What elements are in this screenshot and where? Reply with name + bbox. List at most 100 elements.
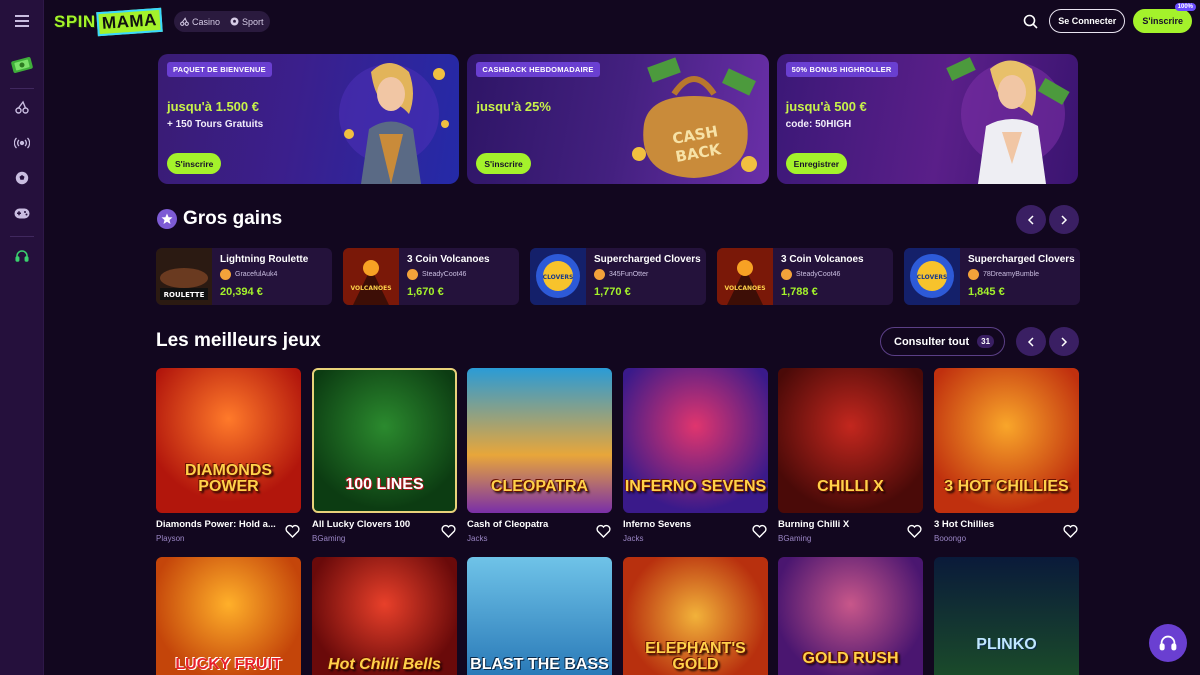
menu-icon[interactable]: [8, 7, 36, 35]
win-game-name: Supercharged Clovers: [968, 254, 1075, 265]
game-art-title: Hot Chilli Bells: [328, 656, 441, 673]
avatar: [781, 269, 792, 280]
avatar: [968, 269, 979, 280]
promo-register-button[interactable]: Enregistrer: [785, 153, 848, 174]
favorite-heart-icon[interactable]: [596, 524, 611, 538]
game-name: Inferno Sevens: [623, 519, 692, 530]
game-thumbnail: CLOVERS: [904, 248, 960, 305]
promo-tag: CASHBACK HEBDOMADAIRE: [476, 62, 600, 77]
game-provider: BGaming: [312, 534, 346, 543]
game-provider: Jacks: [623, 534, 644, 543]
big-win-card[interactable]: ROULETTE Lightning Roulette GracefulAuk4…: [156, 248, 332, 305]
signup-bonus-badge: 100%: [1174, 3, 1196, 11]
top-games-title: Les meilleurs jeux: [156, 330, 321, 351]
avatar: [220, 269, 231, 280]
search-icon[interactable]: [1019, 10, 1041, 32]
big-wins-title: Gros gains: [183, 208, 283, 229]
game-art-title: PLINKO: [976, 636, 1037, 653]
app-root: SPIN MAMA Casino Sport Se Connecter S'ins…: [0, 0, 1200, 675]
game-thumbnail[interactable]: 3 HOT CHILLIES: [934, 368, 1079, 513]
big-win-card[interactable]: VOLCANOES 3 Coin Volcanoes SteadyCoot46 …: [343, 248, 519, 305]
support-headset-icon[interactable]: [8, 242, 36, 270]
promo-highroller-bonus[interactable]: 50% BONUS HIGHROLLER jusqu'à 500 € code:…: [776, 54, 1078, 184]
promo-amount: jusqu'à 25%: [476, 99, 551, 114]
game-thumbnail: CLOVERS: [530, 248, 586, 305]
win-game-name: Lightning Roulette: [220, 254, 309, 265]
login-button[interactable]: Se Connecter: [1049, 9, 1126, 33]
prev-arrow-button[interactable]: [1016, 327, 1046, 356]
favorite-heart-icon[interactable]: [1063, 524, 1078, 538]
game-name: Burning Chilli X: [778, 519, 850, 530]
favorite-heart-icon[interactable]: [441, 524, 456, 538]
game-thumbnail[interactable]: GOLD RUSH: [778, 557, 923, 675]
game-thumbnail[interactable]: DIAMONDS POWER: [156, 368, 301, 513]
spinmama-logo[interactable]: SPIN MAMA: [54, 7, 163, 37]
promo-amount: jusqu'à 1.500 €: [167, 99, 259, 114]
win-username: 78DreamyBumble: [983, 271, 1040, 278]
chevron-right-icon: [1061, 336, 1068, 347]
tab-casino[interactable]: Casino: [180, 17, 220, 27]
big-wins-nav: [1016, 205, 1079, 234]
promo-amount: jusqu'à 500 €: [785, 99, 867, 114]
game-thumbnail[interactable]: INFERNO SEVENS: [623, 368, 768, 513]
casino-cherry-icon[interactable]: [8, 93, 36, 121]
view-all-button[interactable]: Consulter tout 31: [880, 327, 1006, 356]
game-thumbnail[interactable]: BLAST THE BASS: [467, 557, 612, 675]
game-art-title: DIAMONDS POWER: [184, 462, 273, 495]
promo-signup-button[interactable]: S'inscrire: [476, 153, 531, 174]
prev-arrow-button[interactable]: [1016, 205, 1046, 234]
live-support-button[interactable]: [1149, 624, 1187, 662]
promo-welcome-package[interactable]: PAQUET DE BIENVENUE jusqu'à 1.500 € + 15…: [158, 54, 460, 184]
win-amount: 20,394 €: [220, 286, 263, 298]
win-username: SteadyCoot46: [796, 271, 841, 278]
live-broadcast-icon[interactable]: [8, 129, 36, 157]
win-amount: 1,770 €: [594, 286, 631, 298]
promotions-icon[interactable]: [8, 51, 36, 79]
games-count-badge: 31: [977, 335, 995, 348]
chevron-left-icon: [1027, 336, 1034, 347]
tab-casino-label: Casino: [192, 16, 221, 27]
game-thumbnail: ROULETTE: [156, 248, 212, 305]
game-thumbnail[interactable]: CLEOPATRA: [467, 368, 612, 513]
signup-label: S'inscrire: [1142, 16, 1183, 26]
game-thumbnail[interactable]: LUCKY FRUIT: [156, 557, 301, 675]
game-provider: Playson: [156, 534, 185, 543]
signup-button[interactable]: S'inscrire 100%: [1133, 3, 1196, 33]
game-thumbnail[interactable]: PLINKO: [934, 557, 1079, 675]
favorite-heart-icon[interactable]: [907, 524, 922, 538]
avatar: [407, 269, 418, 280]
top-right-actions: Se Connecter S'inscrire 100%: [1019, 3, 1196, 33]
svg-text:VOLCANOES: VOLCANOES: [724, 285, 765, 292]
next-arrow-button[interactable]: [1049, 327, 1079, 356]
sport-football-icon[interactable]: [8, 164, 36, 192]
win-user: SteadyCoot46: [407, 269, 466, 280]
game-thumbnail[interactable]: Hot Chilli Bells: [312, 557, 457, 675]
top-games-heading: Les meilleurs jeux: [156, 330, 321, 352]
big-wins-list: ROULETTE Lightning Roulette GracefulAuk4…: [156, 248, 1080, 305]
logo-spin: SPIN: [54, 12, 96, 31]
esports-gamepad-icon[interactable]: [8, 199, 36, 227]
big-win-card[interactable]: VOLCANOES 3 Coin Volcanoes SteadyCoot46 …: [717, 248, 893, 305]
svg-text:CLOVERS: CLOVERS: [917, 274, 948, 281]
next-arrow-button[interactable]: [1049, 205, 1079, 234]
game-thumbnail[interactable]: 100 LINES: [312, 368, 457, 513]
game-name: All Lucky Clovers 100: [312, 519, 411, 530]
win-game-name: 3 Coin Volcanoes: [407, 254, 490, 265]
promo-subtitle: + 150 Tours Gratuits: [167, 119, 264, 130]
game-thumbnail[interactable]: CHILLI X: [778, 368, 923, 513]
promo-weekly-cashback[interactable]: CASH BACK CASHBACK HEBDOMADAIRE jusqu'à …: [467, 54, 769, 184]
big-win-card[interactable]: CLOVERS Supercharged Clovers 345FunOtter…: [530, 248, 706, 305]
game-thumbnail[interactable]: ELEPHANT'S GOLD: [623, 557, 768, 675]
tab-sport-label: Sport: [242, 16, 264, 27]
big-win-card[interactable]: CLOVERS Supercharged Clovers 78DreamyBum…: [904, 248, 1080, 305]
promo-highroller-art: [946, 57, 1070, 184]
game-art-title: CLEOPATRA: [490, 478, 589, 495]
headset-icon: [1159, 635, 1177, 651]
game-provider: Jacks: [467, 534, 488, 543]
favorite-heart-icon[interactable]: [285, 524, 300, 538]
favorite-heart-icon[interactable]: [752, 524, 767, 538]
game-name: Diamonds Power: Hold a...: [156, 519, 276, 530]
promo-signup-button[interactable]: S'inscrire: [167, 153, 222, 174]
game-art-title: GOLD RUSH: [802, 650, 899, 667]
tab-sport[interactable]: Sport: [230, 17, 264, 27]
